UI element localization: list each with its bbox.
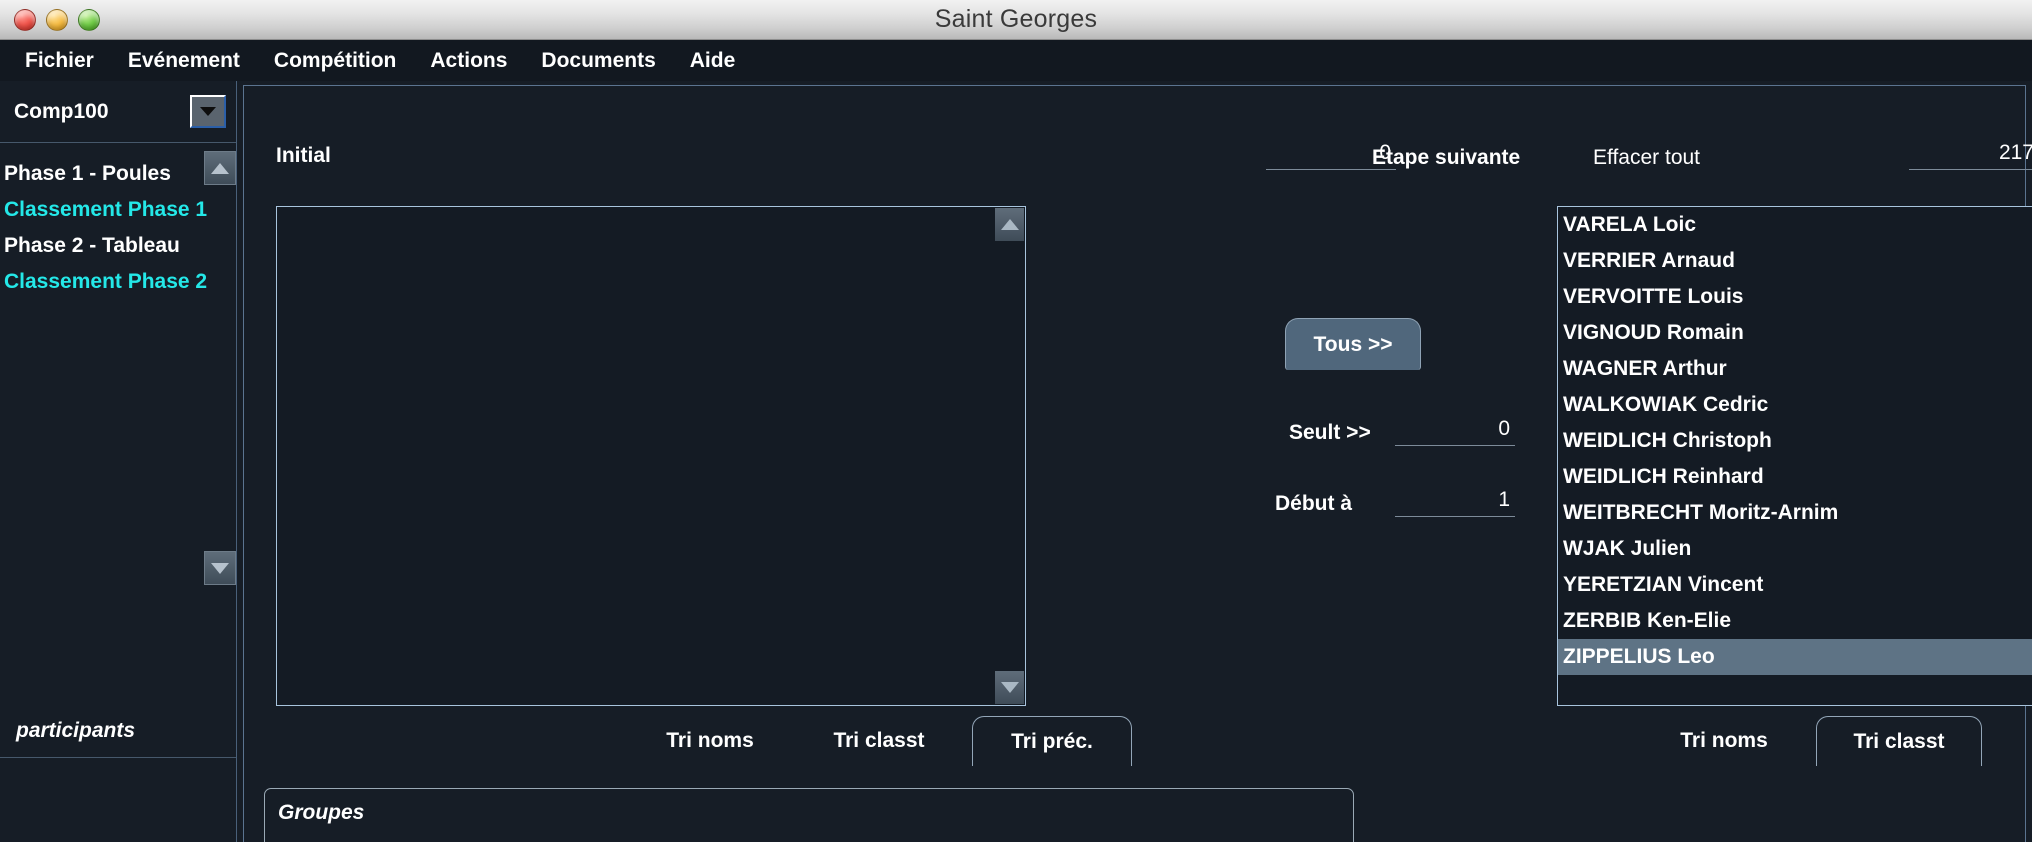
list-item[interactable]: VERRIER Arnaud (1558, 243, 2032, 279)
tree-item-classement-phase-1[interactable]: Classement Phase 1 (0, 192, 236, 228)
tab-tri-classt-left[interactable]: Tri classt (808, 716, 950, 766)
tab-tri-noms-right[interactable]: Tri noms (1658, 716, 1790, 766)
phase-tree: Phase 1 - Poules Classement Phase 1 Phas… (0, 143, 236, 713)
list-item[interactable]: ZERBIB Ken-Elie (1558, 603, 2032, 639)
participants-label: participants (16, 718, 136, 742)
initial-list-scrollbar[interactable] (994, 207, 1025, 705)
list-item[interactable]: VERVOITTE Louis (1558, 279, 2032, 315)
scroll-up-icon[interactable] (204, 151, 236, 185)
tab-tri-prec-right[interactable]: Tri préc. (2008, 716, 2032, 766)
menu-item-actions[interactable]: Actions (413, 46, 524, 76)
sidebar: Comp100 Phase 1 - Poules Classement Phas… (0, 81, 237, 842)
menu-item-evenement[interactable]: Evénement (111, 46, 257, 76)
tous-button[interactable]: Tous >> (1285, 318, 1421, 370)
competition-selector[interactable]: Comp100 (0, 81, 236, 143)
tree-item-phase-1[interactable]: Phase 1 - Poules (0, 156, 236, 192)
groupes-title: Groupes (278, 801, 365, 824)
tab-tri-noms-left[interactable]: Tri noms (644, 716, 776, 766)
list-item[interactable]: WEIDLICH Reinhard (1558, 459, 2032, 495)
chevron-down-icon[interactable] (190, 95, 226, 128)
seult-value-field[interactable]: 0 (1395, 417, 1515, 446)
scroll-down-icon[interactable] (995, 671, 1024, 704)
menu-item-aide[interactable]: Aide (673, 46, 753, 76)
scroll-up-icon[interactable] (995, 208, 1024, 241)
debut-a-label: Début à (1275, 492, 1353, 515)
menubar: Fichier Evénement Compétition Actions Do… (0, 40, 2032, 81)
menu-item-fichier[interactable]: Fichier (8, 46, 111, 76)
effacer-tout-button[interactable]: Effacer tout (1593, 146, 1700, 170)
participant-count-field[interactable]: 217 (1909, 141, 2032, 170)
app-body: Comp100 Phase 1 - Poules Classement Phas… (0, 81, 2032, 842)
window-titlebar: Saint Georges (0, 0, 2032, 40)
tree-item-classement-phase-2[interactable]: Classement Phase 2 (0, 264, 236, 300)
participants-list-rows: VARELA Loic VERRIER Arnaud VERVOITTE Louis… (1558, 207, 2032, 705)
tree-item-phase-2[interactable]: Phase 2 - Tableau (0, 228, 236, 264)
seult-button[interactable]: Seult >> (1289, 421, 1371, 445)
list-item[interactable]: VARELA Loic (1558, 207, 2032, 243)
main-content: Initial 0 Etape suivante Effacer tout 21… (237, 81, 2032, 842)
list-item[interactable]: WJAK Julien (1558, 531, 2032, 567)
list-item[interactable]: WEITBRECHT Moritz-Arnim (1558, 495, 2032, 531)
menu-item-competition[interactable]: Compétition (257, 46, 413, 76)
menu-item-documents[interactable]: Documents (524, 46, 672, 76)
scroll-down-icon[interactable] (204, 551, 236, 585)
window-title: Saint Georges (934, 5, 1098, 33)
sidebar-scrollbar[interactable] (204, 143, 236, 713)
list-item[interactable]: VIGNOUD Romain (1558, 315, 2032, 351)
etape-suivante-button[interactable]: Etape suivante (1372, 146, 1520, 170)
tab-tri-classt-right[interactable]: Tri classt (1816, 716, 1982, 766)
list-item[interactable]: WEIDLICH Christoph (1558, 423, 2032, 459)
participants-footer: participants (0, 704, 236, 758)
initial-label: Initial (276, 144, 331, 167)
list-item[interactable]: YERETZIAN Vincent (1558, 567, 2032, 603)
tab-tri-prec-left[interactable]: Tri préc. (972, 716, 1132, 766)
competition-selector-value: Comp100 (14, 99, 109, 123)
list-item[interactable]: ZIPPELIUS Leo (1558, 639, 2032, 675)
initial-list-rows (277, 207, 994, 705)
list-item[interactable]: WAGNER Arthur (1558, 351, 2032, 387)
initial-list[interactable] (276, 206, 1026, 706)
participants-list[interactable]: VARELA Loic VERRIER Arnaud VERVOITTE Louis… (1557, 206, 2032, 706)
list-item[interactable]: WALKOWIAK Cedric (1558, 387, 2032, 423)
main-panel: Initial 0 Etape suivante Effacer tout 21… (243, 85, 2032, 842)
groupes-panel: Groupes (264, 788, 1354, 842)
debut-a-field[interactable]: 1 (1395, 488, 1515, 517)
